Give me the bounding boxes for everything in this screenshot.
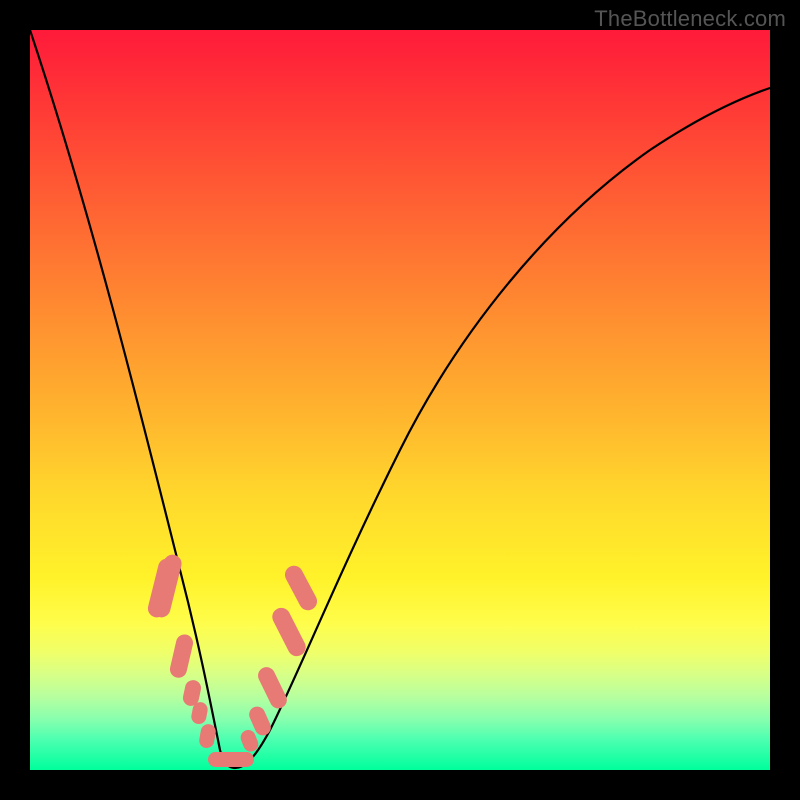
blob-group-bottom [208,752,254,767]
plot-area [30,30,770,770]
blob-group-left [146,553,217,749]
watermark-text: TheBottleneck.com [594,6,786,32]
bottleneck-curve [30,30,770,768]
chart-svg [30,30,770,770]
outer-frame: TheBottleneck.com [0,0,800,800]
blob-group-right [238,563,320,754]
